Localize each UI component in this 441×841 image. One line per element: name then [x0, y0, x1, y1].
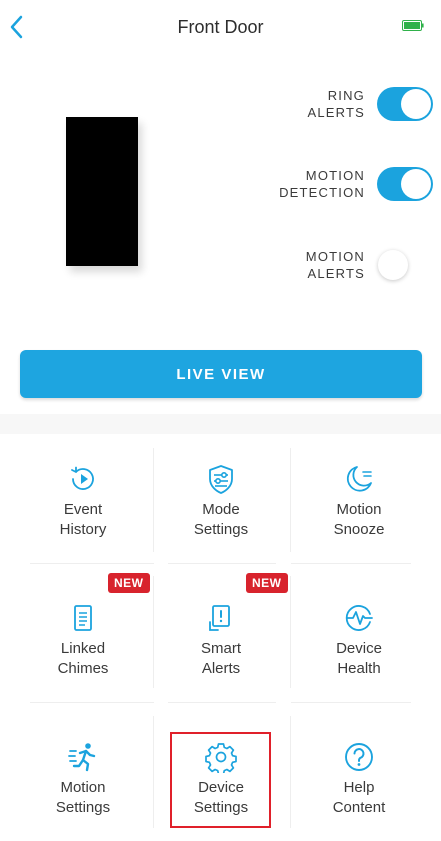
- smart-alert-icon: [204, 601, 238, 635]
- motion-detection-label: MOTION DETECTION: [279, 168, 365, 200]
- toggle-knob: [401, 89, 431, 119]
- tile-device-health[interactable]: Device Health: [290, 573, 428, 701]
- tile-label: Motion Snooze: [333, 501, 385, 538]
- ring-alerts-toggle[interactable]: [377, 87, 433, 121]
- tile-label: Device Health: [336, 640, 382, 677]
- tile-event-history[interactable]: Event History: [14, 434, 152, 562]
- device-image: [66, 117, 138, 266]
- motion-detection-row: MOTION DETECTION: [233, 164, 433, 204]
- play-history-icon: [66, 462, 100, 496]
- device-overview: RING ALERTS MOTION DETECTION MOTION ALER…: [0, 56, 441, 414]
- section-divider: [0, 414, 441, 434]
- toggle-knob: [401, 169, 431, 199]
- battery-full-icon: [402, 20, 424, 31]
- header-bar: Front Door: [0, 0, 441, 56]
- tile-motion-settings[interactable]: Motion Settings: [14, 712, 152, 840]
- grid-divider: [291, 702, 411, 703]
- toggle-knob: [378, 250, 408, 280]
- motion-alerts-row: MOTION ALERTS: [233, 245, 433, 285]
- page-title: Front Door: [177, 17, 264, 37]
- ring-alerts-label: RING ALERTS: [307, 88, 365, 120]
- tile-label: Mode Settings: [193, 501, 249, 538]
- selection-highlight: [170, 732, 271, 828]
- tile-motion-snooze[interactable]: Motion Snooze: [290, 434, 428, 562]
- tile-label: Smart Alerts: [200, 640, 241, 677]
- running-person-icon: [66, 740, 100, 774]
- tile-mode-settings[interactable]: Mode Settings: [152, 434, 290, 562]
- health-pulse-icon: [342, 601, 376, 635]
- question-circle-icon: [342, 740, 376, 774]
- chime-device-icon: [66, 601, 100, 635]
- motion-alerts-label: MOTION ALERTS: [305, 249, 365, 281]
- tile-label: Event History: [59, 501, 107, 538]
- tile-label: Help Content: [332, 779, 386, 816]
- ring-alerts-row: RING ALERTS: [233, 84, 433, 124]
- grid-divider: [30, 702, 154, 703]
- tile-label: Linked Chimes: [57, 640, 109, 677]
- grid-divider: [291, 563, 411, 564]
- new-badge: NEW: [246, 573, 288, 593]
- mode-settings-icon: [204, 462, 238, 496]
- grid-divider: [168, 702, 276, 703]
- snooze-moon-icon: [342, 462, 376, 496]
- grid-divider: [30, 563, 154, 564]
- new-badge: NEW: [108, 573, 150, 593]
- tile-help-content[interactable]: Help Content: [290, 712, 428, 840]
- grid-divider: [168, 563, 276, 564]
- motion-detection-toggle[interactable]: [377, 167, 433, 201]
- motion-alerts-toggle[interactable]: [377, 248, 433, 282]
- tile-label: Motion Settings: [55, 779, 111, 816]
- live-view-button[interactable]: LIVE VIEW: [20, 350, 422, 398]
